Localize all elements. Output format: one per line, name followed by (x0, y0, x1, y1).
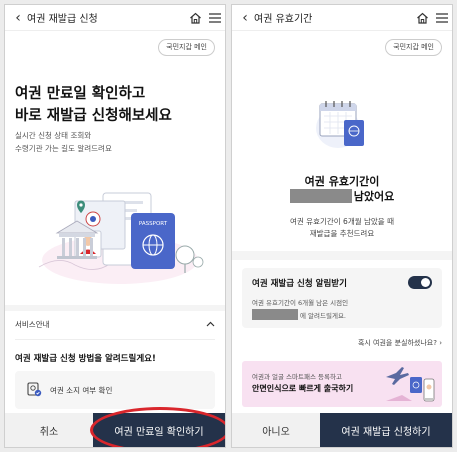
passport-check-icon (27, 381, 42, 399)
redacted-date (252, 309, 298, 320)
section-divider (232, 251, 452, 260)
hero-heading: 여권 만료일 확인하고 바로 재발급 신청해보세요 (15, 83, 172, 127)
reissue-alert-box: 여권 재발급 신청 알림받기 여권 유효기간이 6개월 남은 시점인 에 알려드… (242, 268, 442, 328)
desc-line-2: 재발급을 추천드려요 (309, 229, 375, 238)
apply-reissue-button[interactable]: 여권 재발급 신청하기 (320, 413, 452, 447)
service-info-toggle[interactable]: 서비스안내 (15, 317, 215, 331)
sub-line-1: 실시간 신청 상태 조회와 (15, 131, 92, 140)
passport-validity-screen: ‹ 여권 유효기간 국민지갑 메인 여권 유효기간이 남았어요 여권 유효기간이… (231, 4, 453, 448)
top-bar: ‹ 여권 유효기간 (232, 5, 452, 31)
alert-title: 여권 재발급 신청 알림받기 (252, 279, 347, 289)
guide-title: 여권 재발급 신청 방법을 알려드릴게요! (15, 354, 156, 364)
cancel-button[interactable]: 취소 (5, 413, 93, 447)
bottom-action-bar: 아니오 여권 재발급 신청하기 (232, 413, 452, 447)
alert-line-2: 에 알려드릴게요. (252, 309, 346, 320)
menu-icon[interactable] (432, 5, 452, 31)
divider-line (15, 339, 215, 340)
validity-heading-line-1: 여권 유효기간이 (304, 175, 380, 188)
sub-line-2: 수령기관 가는 길도 알려드려요 (15, 144, 112, 153)
passport-label: PASSPORT (139, 221, 168, 227)
chevron-right-icon: › (439, 339, 442, 347)
section-divider (5, 305, 225, 311)
bottom-action-bar: 취소 여권 만료일 확인하기 (5, 413, 225, 447)
top-bar: ‹ 여권 재발급 신청 (5, 5, 225, 31)
alert-toggle[interactable] (408, 276, 432, 289)
home-icon[interactable] (412, 5, 432, 31)
check-expiry-button[interactable]: 여권 만료일 확인하기 (93, 413, 225, 447)
airport-illustration (386, 367, 435, 402)
desc-line-1: 여권 유효기간이 6개월 남았을 때 (289, 217, 394, 226)
screenshot-pair: ‹ 여권 재발급 신청 국민지갑 메인 여권 만료일 확인하고 바로 재발급 신… (0, 0, 457, 452)
step-label: 여권 소지 여부 확인 (50, 385, 113, 395)
home-icon[interactable] (185, 5, 205, 31)
back-arrow-icon[interactable]: ‹ (236, 10, 254, 26)
alert-line-2-suffix: 에 알려드릴게요. (300, 311, 346, 320)
no-button[interactable]: 아니오 (232, 413, 320, 447)
lost-passport-label: 혹시 여권을 분실하셨나요? (357, 339, 437, 347)
hero-subtext: 실시간 신청 상태 조회와 수령기관 가는 길도 알려드려요 (15, 129, 112, 155)
wallet-main-button[interactable]: 국민지갑 메인 (158, 39, 215, 56)
passport-reissue-screen: ‹ 여권 재발급 신청 국민지갑 메인 여권 만료일 확인하고 바로 재발급 신… (4, 4, 226, 448)
passport-illustration: PASSPORT (38, 192, 204, 284)
redacted-duration (289, 189, 352, 203)
banner-line-1: 여권과 얼굴 스마트패스 등록하고 (252, 373, 342, 381)
menu-icon[interactable] (205, 5, 225, 31)
back-arrow-icon[interactable]: ‹ (9, 10, 27, 26)
validity-heading-line-2: 남았어요 (232, 188, 452, 204)
smartpass-banner[interactable]: 여권과 얼굴 스마트패스 등록하고 안면인식으로 빠르게 출국하기 (242, 361, 442, 407)
hero-line-1: 여권 만료일 확인하고 (15, 86, 146, 102)
calendar-passport-icon (316, 101, 364, 148)
page-title: 여권 유효기간 (254, 14, 313, 25)
validity-description: 여권 유효기간이 6개월 남았을 때 재발급을 추천드려요 (232, 216, 452, 240)
wallet-main-button[interactable]: 국민지갑 메인 (385, 39, 442, 56)
chevron-up-icon (206, 320, 215, 329)
alert-line-1: 여권 유효기간이 6개월 남은 시점인 (252, 299, 349, 307)
lost-passport-link[interactable]: 혹시 여권을 분실하셨나요? › (358, 338, 442, 348)
hero-line-2: 바로 재발급 신청해보세요 (15, 108, 172, 124)
step-card[interactable]: 여권 소지 여부 확인 (15, 371, 215, 409)
service-info-label: 서비스안내 (15, 319, 50, 329)
page-title: 여권 재발급 신청 (27, 14, 98, 25)
heading-suffix: 남았어요 (353, 190, 395, 203)
banner-line-2: 안면인식으로 빠르게 출국하기 (252, 384, 354, 393)
